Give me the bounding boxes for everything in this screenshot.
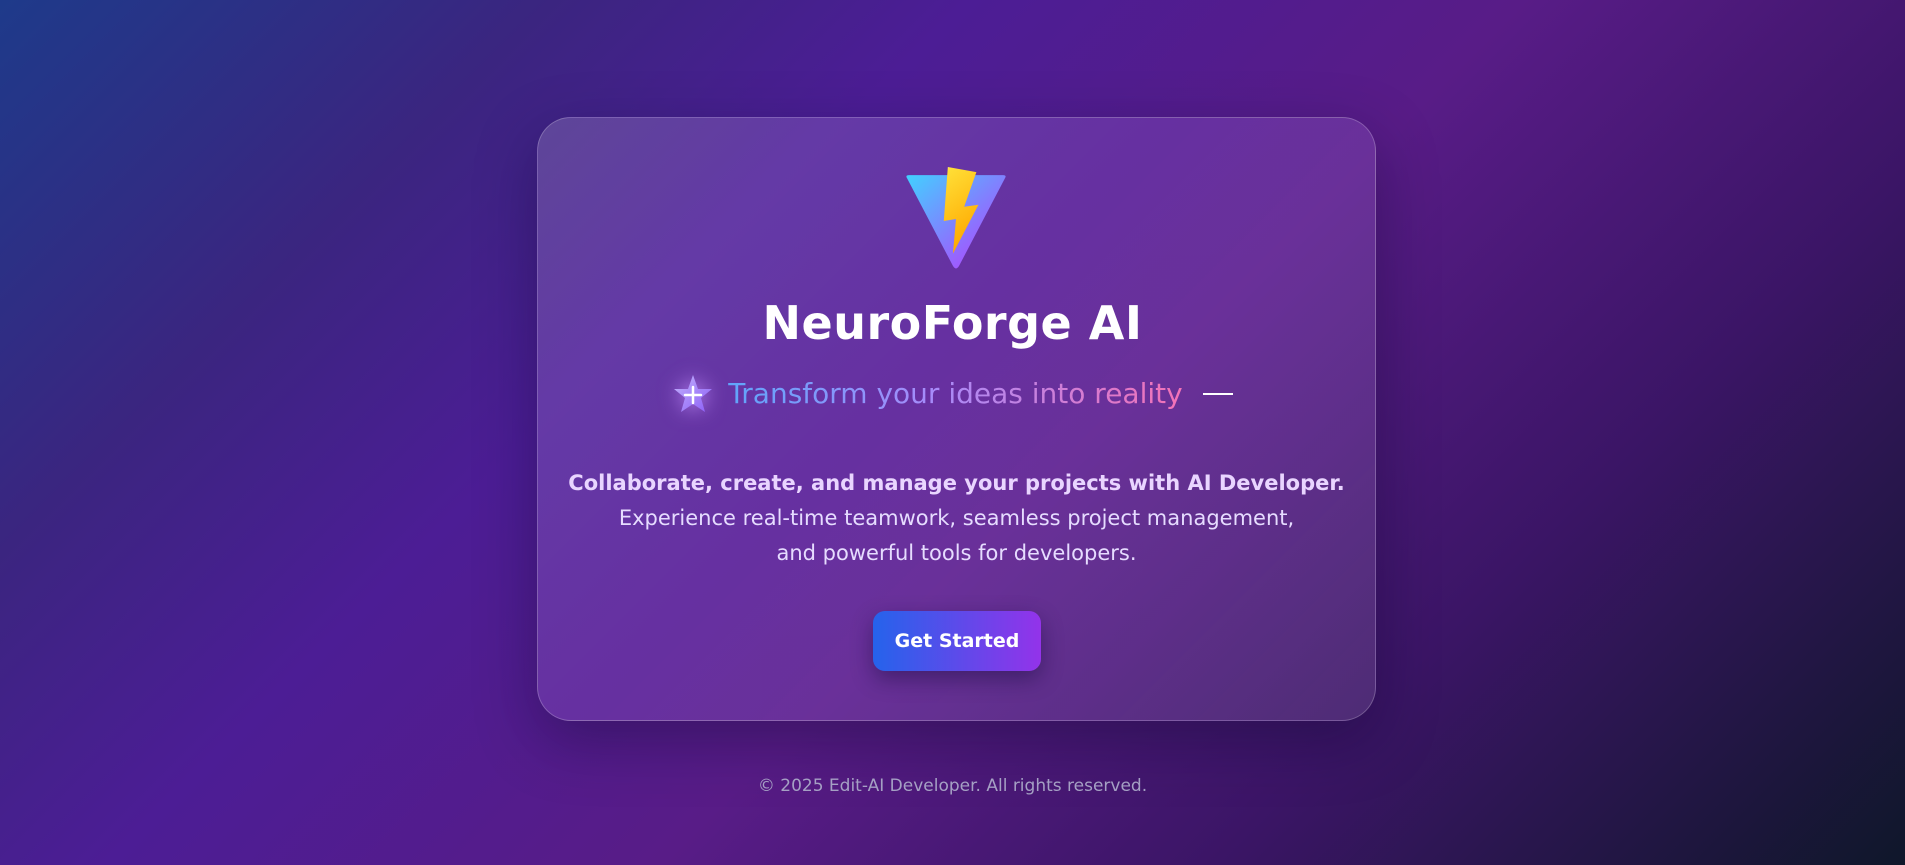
footer-copyright: © 2025 Edit-AI Developer. All rights res… [757, 776, 1148, 796]
sparkle-star-icon [672, 373, 714, 415]
get-started-button[interactable]: Get Started [873, 611, 1041, 671]
app-title: NeuroForge AI [762, 296, 1143, 350]
lightning-logo-icon [905, 166, 1007, 270]
tagline-text: Transform your ideas into reality [728, 374, 1182, 414]
hero-description: Collaborate, create, and manage your pro… [537, 466, 1376, 571]
description-text: Experience real-time teamwork, seamless … [618, 506, 1295, 565]
tagline-row: Transform your ideas into reality [0, 372, 1905, 416]
description-bold: Collaborate, create, and manage your pro… [568, 471, 1345, 495]
typing-cursor [1202, 393, 1233, 395]
